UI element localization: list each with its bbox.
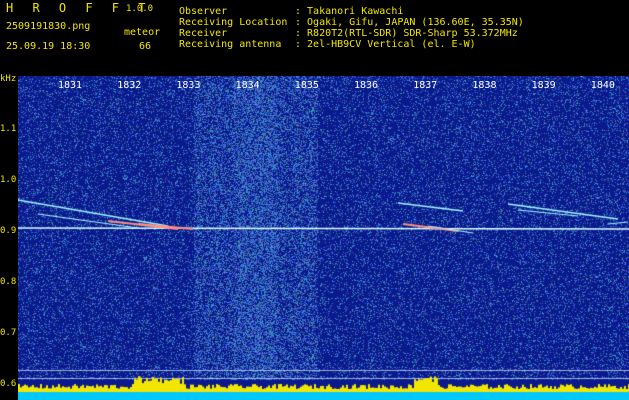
x-tick-label: 1837 — [413, 80, 438, 91]
spectrogram — [18, 76, 629, 400]
x-tick-label: 1839 — [531, 80, 556, 91]
timestamp: 25.09.19 18:30 — [6, 41, 91, 52]
count-label: meteor — [124, 27, 161, 38]
header-panel: H R O F F T 1.0.0 2509191830.png meteor … — [0, 0, 629, 76]
x-tick-label: 1840 — [590, 80, 615, 91]
x-tick-label: 1836 — [354, 80, 379, 91]
y-tick-label: 1.1 — [0, 124, 17, 134]
y-axis-unit: kHz — [0, 74, 17, 84]
count-value: 66 — [139, 41, 152, 52]
location-label: Receiving Location — [179, 17, 288, 28]
x-tick-label: 1834 — [235, 80, 260, 91]
receiver-value: : R820T2(RTL-SDR) SDR-Sharp 53.372MHz — [295, 28, 518, 39]
y-tick-label: 0.9 — [0, 226, 17, 236]
x-tick-label: 1833 — [176, 80, 201, 91]
app-version: 1.0.0 — [126, 4, 154, 14]
antenna-label: Receiving antenna — [179, 39, 282, 50]
antenna-value: : 2el-HB9CV Vertical (el. E-W) — [295, 39, 476, 50]
y-tick-label: 1.0 — [0, 175, 17, 185]
y-tick-label: 0.7 — [0, 328, 17, 338]
y-tick-label: 0.8 — [0, 277, 17, 287]
x-tick-label: 1835 — [294, 80, 319, 91]
x-tick-label: 1831 — [58, 80, 83, 91]
x-tick-label: 1838 — [472, 80, 497, 91]
observer-value: : Takanori Kawachi — [295, 6, 404, 17]
y-tick-label: 0.6 — [0, 379, 17, 389]
x-tick-label: 1832 — [117, 80, 142, 91]
location-value: : Ogaki, Gifu, JAPAN (136.60E, 35.35N) — [295, 17, 524, 28]
observer-label: Observer — [179, 6, 228, 17]
receiver-label: Receiver — [179, 28, 228, 39]
file-name: 2509191830.png — [6, 21, 91, 32]
